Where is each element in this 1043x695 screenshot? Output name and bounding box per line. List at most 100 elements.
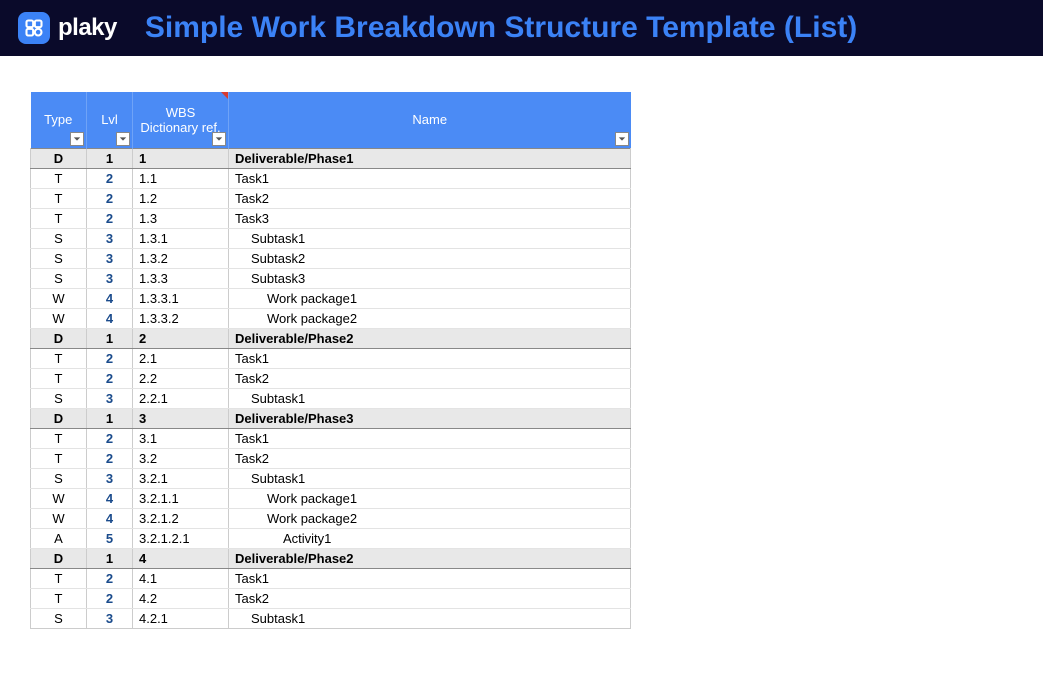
cell-name[interactable]: Deliverable/Phase3 <box>229 408 631 428</box>
cell-wbs[interactable]: 2.2 <box>133 368 229 388</box>
cell-lvl[interactable]: 2 <box>87 368 133 388</box>
cell-type[interactable]: S <box>31 248 87 268</box>
cell-name[interactable]: Activity1 <box>229 528 631 548</box>
cell-wbs[interactable]: 1.3.3.1 <box>133 288 229 308</box>
cell-wbs[interactable]: 1.3.1 <box>133 228 229 248</box>
cell-wbs[interactable]: 1.3 <box>133 208 229 228</box>
cell-name[interactable]: Task3 <box>229 208 631 228</box>
cell-name[interactable]: Deliverable/Phase2 <box>229 548 631 568</box>
filter-name-button[interactable] <box>615 132 629 146</box>
cell-name[interactable]: Task2 <box>229 588 631 608</box>
cell-type[interactable]: T <box>31 588 87 608</box>
cell-type[interactable]: T <box>31 448 87 468</box>
cell-lvl[interactable]: 2 <box>87 428 133 448</box>
cell-wbs[interactable]: 2 <box>133 328 229 348</box>
cell-lvl[interactable]: 1 <box>87 548 133 568</box>
cell-wbs[interactable]: 3.2 <box>133 448 229 468</box>
cell-type[interactable]: T <box>31 208 87 228</box>
cell-name[interactable]: Subtask1 <box>229 228 631 248</box>
cell-name[interactable]: Work package2 <box>229 308 631 328</box>
cell-lvl[interactable]: 2 <box>87 168 133 188</box>
cell-lvl[interactable]: 1 <box>87 408 133 428</box>
cell-lvl[interactable]: 3 <box>87 228 133 248</box>
cell-type[interactable]: S <box>31 228 87 248</box>
cell-type[interactable]: S <box>31 268 87 288</box>
cell-lvl[interactable]: 3 <box>87 468 133 488</box>
cell-wbs[interactable]: 2.2.1 <box>133 388 229 408</box>
cell-wbs[interactable]: 3.2.1.1 <box>133 488 229 508</box>
cell-type[interactable]: D <box>31 148 87 168</box>
cell-wbs[interactable]: 1.2 <box>133 188 229 208</box>
cell-type[interactable]: A <box>31 528 87 548</box>
cell-type[interactable]: W <box>31 488 87 508</box>
cell-lvl[interactable]: 3 <box>87 608 133 628</box>
cell-wbs[interactable]: 4 <box>133 548 229 568</box>
cell-name[interactable]: Task1 <box>229 168 631 188</box>
cell-lvl[interactable]: 5 <box>87 528 133 548</box>
cell-wbs[interactable]: 4.2.1 <box>133 608 229 628</box>
filter-lvl-button[interactable] <box>116 132 130 146</box>
cell-type[interactable]: T <box>31 568 87 588</box>
cell-name[interactable]: Subtask1 <box>229 468 631 488</box>
cell-name[interactable]: Work package1 <box>229 288 631 308</box>
cell-lvl[interactable]: 2 <box>87 348 133 368</box>
cell-type[interactable]: T <box>31 428 87 448</box>
cell-lvl[interactable]: 4 <box>87 488 133 508</box>
cell-note-icon[interactable] <box>221 92 228 99</box>
cell-name[interactable]: Task2 <box>229 448 631 468</box>
cell-type[interactable]: T <box>31 368 87 388</box>
filter-type-button[interactable] <box>70 132 84 146</box>
cell-wbs[interactable]: 1.3.2 <box>133 248 229 268</box>
cell-lvl[interactable]: 2 <box>87 188 133 208</box>
cell-lvl[interactable]: 4 <box>87 288 133 308</box>
cell-name[interactable]: Work package2 <box>229 508 631 528</box>
cell-lvl[interactable]: 2 <box>87 208 133 228</box>
cell-wbs[interactable]: 3.2.1 <box>133 468 229 488</box>
filter-wbs-button[interactable] <box>212 132 226 146</box>
cell-type[interactable]: W <box>31 508 87 528</box>
cell-name[interactable]: Subtask3 <box>229 268 631 288</box>
cell-type[interactable]: S <box>31 388 87 408</box>
cell-wbs[interactable]: 2.1 <box>133 348 229 368</box>
cell-lvl[interactable]: 2 <box>87 448 133 468</box>
cell-wbs[interactable]: 3.2.1.2.1 <box>133 528 229 548</box>
cell-lvl[interactable]: 4 <box>87 308 133 328</box>
cell-lvl[interactable]: 3 <box>87 388 133 408</box>
cell-lvl[interactable]: 3 <box>87 248 133 268</box>
cell-name[interactable]: Subtask1 <box>229 608 631 628</box>
cell-name[interactable]: Subtask2 <box>229 248 631 268</box>
cell-type[interactable]: D <box>31 328 87 348</box>
cell-wbs[interactable]: 1.3.3 <box>133 268 229 288</box>
cell-wbs[interactable]: 4.1 <box>133 568 229 588</box>
cell-lvl[interactable]: 1 <box>87 328 133 348</box>
cell-lvl[interactable]: 1 <box>87 148 133 168</box>
cell-wbs[interactable]: 1 <box>133 148 229 168</box>
cell-type[interactable]: S <box>31 468 87 488</box>
cell-name[interactable]: Task1 <box>229 348 631 368</box>
cell-lvl[interactable]: 2 <box>87 568 133 588</box>
cell-wbs[interactable]: 3.1 <box>133 428 229 448</box>
cell-wbs[interactable]: 1.1 <box>133 168 229 188</box>
cell-wbs[interactable]: 3 <box>133 408 229 428</box>
cell-type[interactable]: W <box>31 288 87 308</box>
cell-name[interactable]: Task2 <box>229 188 631 208</box>
cell-name[interactable]: Deliverable/Phase1 <box>229 148 631 168</box>
cell-lvl[interactable]: 3 <box>87 268 133 288</box>
cell-wbs[interactable]: 4.2 <box>133 588 229 608</box>
cell-name[interactable]: Task1 <box>229 428 631 448</box>
cell-type[interactable]: T <box>31 348 87 368</box>
cell-wbs[interactable]: 1.3.3.2 <box>133 308 229 328</box>
cell-name[interactable]: Subtask1 <box>229 388 631 408</box>
cell-name[interactable]: Work package1 <box>229 488 631 508</box>
cell-type[interactable]: W <box>31 308 87 328</box>
cell-name[interactable]: Task1 <box>229 568 631 588</box>
cell-lvl[interactable]: 4 <box>87 508 133 528</box>
cell-type[interactable]: T <box>31 168 87 188</box>
cell-type[interactable]: T <box>31 188 87 208</box>
cell-type[interactable]: D <box>31 548 87 568</box>
cell-name[interactable]: Deliverable/Phase2 <box>229 328 631 348</box>
cell-lvl[interactable]: 2 <box>87 588 133 608</box>
cell-wbs[interactable]: 3.2.1.2 <box>133 508 229 528</box>
cell-type[interactable]: S <box>31 608 87 628</box>
cell-type[interactable]: D <box>31 408 87 428</box>
